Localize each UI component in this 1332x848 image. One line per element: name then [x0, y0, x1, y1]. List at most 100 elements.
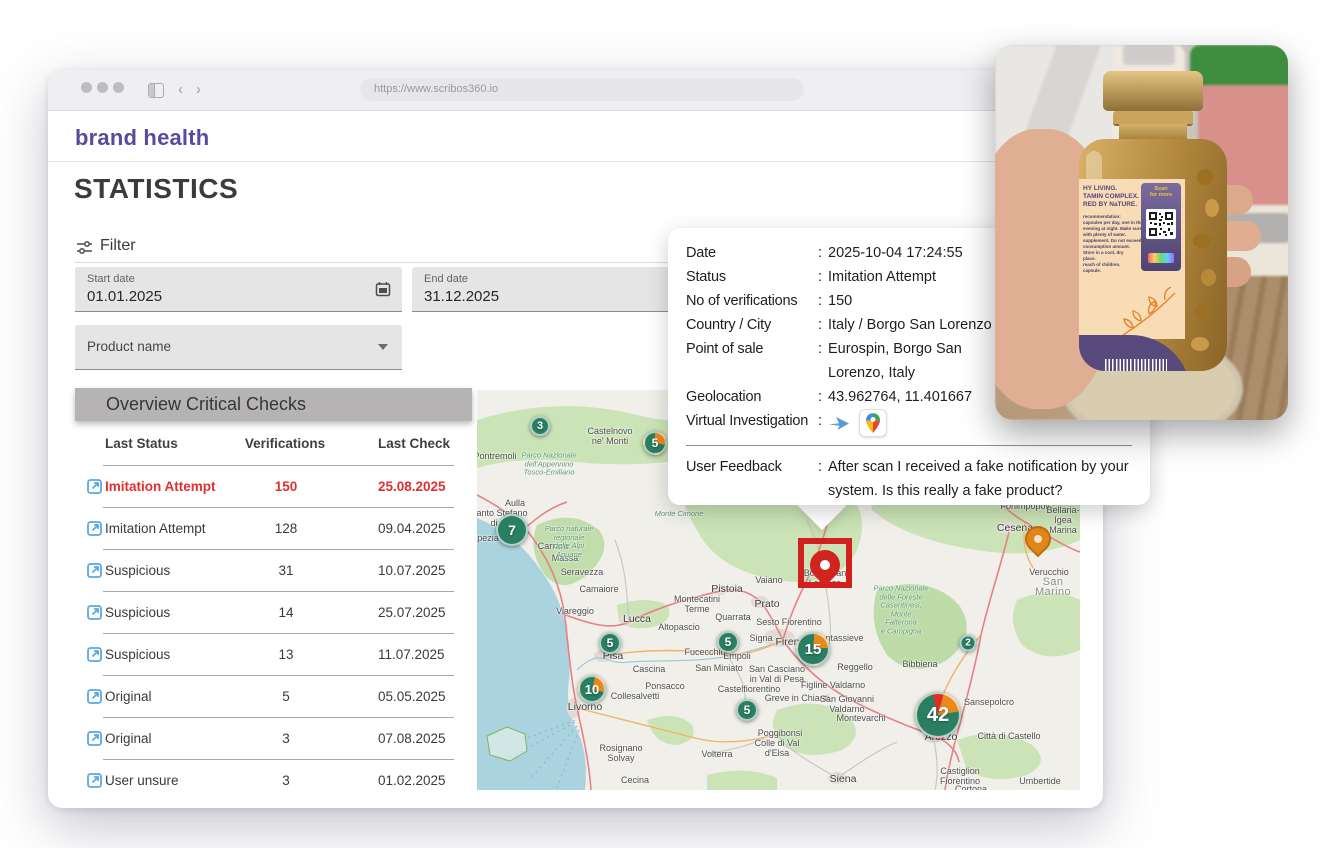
cluster-marker[interactable]: 2: [960, 635, 977, 652]
row-last-check: 05.05.2025: [378, 689, 446, 704]
jar-gold-cap: [1103, 71, 1203, 111]
cluster-marker[interactable]: 42: [915, 692, 961, 738]
map-park-label: Parco naturale regionale delle Alpi Apua…: [545, 525, 594, 559]
row-last-check: 01.02.2025: [378, 773, 446, 788]
start-date-field[interactable]: Start date 01.01.2025: [75, 267, 402, 312]
map-label: Quarrata: [715, 612, 751, 622]
calendar-icon[interactable]: [375, 281, 391, 297]
qr-caption: Scan for more: [1141, 186, 1181, 198]
popup-pointer: [795, 503, 849, 530]
map-label: Montecatini Terme: [674, 594, 720, 614]
supplement-jar: HY LIVING. TAMIN COMPLEX. RED BY NaTURE.…: [1073, 71, 1233, 387]
map-label: Sansepolcro: [964, 697, 1014, 707]
table-row[interactable]: Suspicious 31 10.07.2025: [75, 550, 472, 591]
external-link-icon[interactable]: [75, 479, 105, 494]
row-status: Imitation Attempt: [105, 521, 261, 536]
table-row[interactable]: Imitation Attempt 150 25.08.2025: [75, 466, 472, 507]
map-label: San Marino: [1035, 577, 1071, 597]
external-link-icon[interactable]: [75, 563, 105, 578]
filter-sliders-icon: [76, 239, 93, 256]
qr-panel: Scan for more: [1141, 183, 1181, 271]
map-label: Bibbiena: [902, 659, 937, 669]
window-dot-3[interactable]: [113, 82, 124, 93]
map-label: Spezia: [477, 533, 499, 543]
row-status: Original: [105, 689, 261, 704]
hologram-sticker: [1148, 253, 1174, 263]
row-verifications: 3: [261, 731, 311, 746]
table-row[interactable]: Suspicious 14 25.07.2025: [75, 592, 472, 633]
overview-title: Overview Critical Checks: [75, 388, 472, 415]
row-status: Original: [105, 731, 261, 746]
map-label: Collesalvetti: [611, 691, 660, 701]
cluster-marker[interactable]: 3: [530, 416, 550, 436]
external-link-icon[interactable]: [75, 605, 105, 620]
table-row[interactable]: Suspicious 13 11.07.2025: [75, 634, 472, 675]
map-label: Colle di Val d'Elsa: [755, 738, 800, 758]
external-link-icon[interactable]: [75, 731, 105, 746]
row-last-check: 10.07.2025: [378, 563, 446, 578]
start-date-label: Start date: [87, 273, 135, 285]
map-label: Vaiano: [755, 575, 782, 585]
map-label: Cecina: [621, 775, 649, 785]
cluster-marker[interactable]: 5: [599, 632, 621, 654]
cluster-marker[interactable]: 5: [717, 631, 739, 653]
row-last-check: 11.07.2025: [378, 647, 445, 662]
filter-title: Filter: [100, 237, 136, 255]
map-label: Signa: [749, 633, 772, 643]
back-chevron-icon[interactable]: ‹: [178, 81, 183, 98]
row-status: Suspicious: [105, 647, 261, 662]
table-row[interactable]: User unsure 3 01.02.2025: [75, 760, 472, 801]
brand-logo: brand health: [75, 125, 209, 151]
external-link-icon[interactable]: [75, 647, 105, 662]
row-last-check: 25.08.2025: [378, 479, 446, 494]
url-bar[interactable]: https://www.scribos360.io: [360, 78, 804, 101]
forward-chevron-icon[interactable]: ›: [196, 81, 201, 98]
external-link-icon[interactable]: [75, 689, 105, 704]
map-label: Figline Valdarno: [801, 680, 865, 690]
row-last-check: 09.04.2025: [378, 521, 446, 536]
cluster-marker[interactable]: 10: [578, 675, 606, 703]
window-dot-2[interactable]: [97, 82, 108, 93]
cluster-marker[interactable]: 15: [796, 632, 830, 666]
table-row[interactable]: Original 5 05.05.2025: [75, 676, 472, 717]
map-label: Umbertide: [1019, 776, 1061, 786]
map-label: Cortona: [955, 784, 987, 790]
row-verifications: 31: [261, 563, 311, 578]
row-verifications: 150: [261, 479, 311, 494]
row-verifications: 13: [261, 647, 311, 662]
product-name-label: Product name: [87, 339, 171, 354]
product-name-select[interactable]: Product name: [75, 325, 402, 370]
product-photo: HY LIVING. TAMIN COMPLEX. RED BY NaTURE.…: [995, 45, 1288, 420]
cluster-marker[interactable]: 5: [736, 699, 758, 721]
arrow-icon[interactable]: [828, 416, 850, 431]
map-label: Ponsacco: [645, 681, 685, 691]
start-date-value: 01.01.2025: [87, 288, 162, 305]
map-label: Altopascio: [658, 622, 700, 632]
map-label: San Miniato: [695, 663, 743, 673]
map-label: Aulla: [505, 498, 525, 508]
map-label: Camaiore: [579, 584, 618, 594]
map-label: Pontremoli: [477, 451, 517, 461]
browser-tab-icon[interactable]: [148, 83, 164, 98]
row-status: Suspicious: [105, 605, 261, 620]
map-label: Castelnovo ne' Monti: [587, 426, 632, 446]
page-title: STATISTICS: [74, 173, 238, 205]
google-maps-icon[interactable]: [859, 409, 887, 437]
map-park-label: Monte Cimone: [655, 510, 704, 519]
map-label: Livorno: [568, 702, 602, 712]
external-link-icon[interactable]: [75, 773, 105, 788]
row-last-check: 25.07.2025: [378, 605, 446, 620]
header-divider: [48, 161, 1103, 162]
screenshot-stage: ‹ › https://www.scribos360.io brand heal…: [0, 0, 1332, 848]
table-row[interactable]: Imitation Attempt 128 09.04.2025: [75, 508, 472, 549]
map-label: Bellaria-Igea Marina: [1046, 505, 1079, 535]
cluster-marker[interactable]: 7: [496, 514, 528, 546]
window-dot-1[interactable]: [81, 82, 92, 93]
map-label: Castiglion Fiorentino: [940, 766, 980, 786]
cluster-marker[interactable]: 5: [643, 431, 667, 455]
browser-chrome: ‹ › https://www.scribos360.io: [48, 70, 1103, 111]
table-row[interactable]: Original 3 07.08.2025: [75, 718, 472, 759]
map-label: Viareggio: [556, 606, 594, 616]
qr-code: [1146, 209, 1176, 239]
external-link-icon[interactable]: [75, 521, 105, 536]
